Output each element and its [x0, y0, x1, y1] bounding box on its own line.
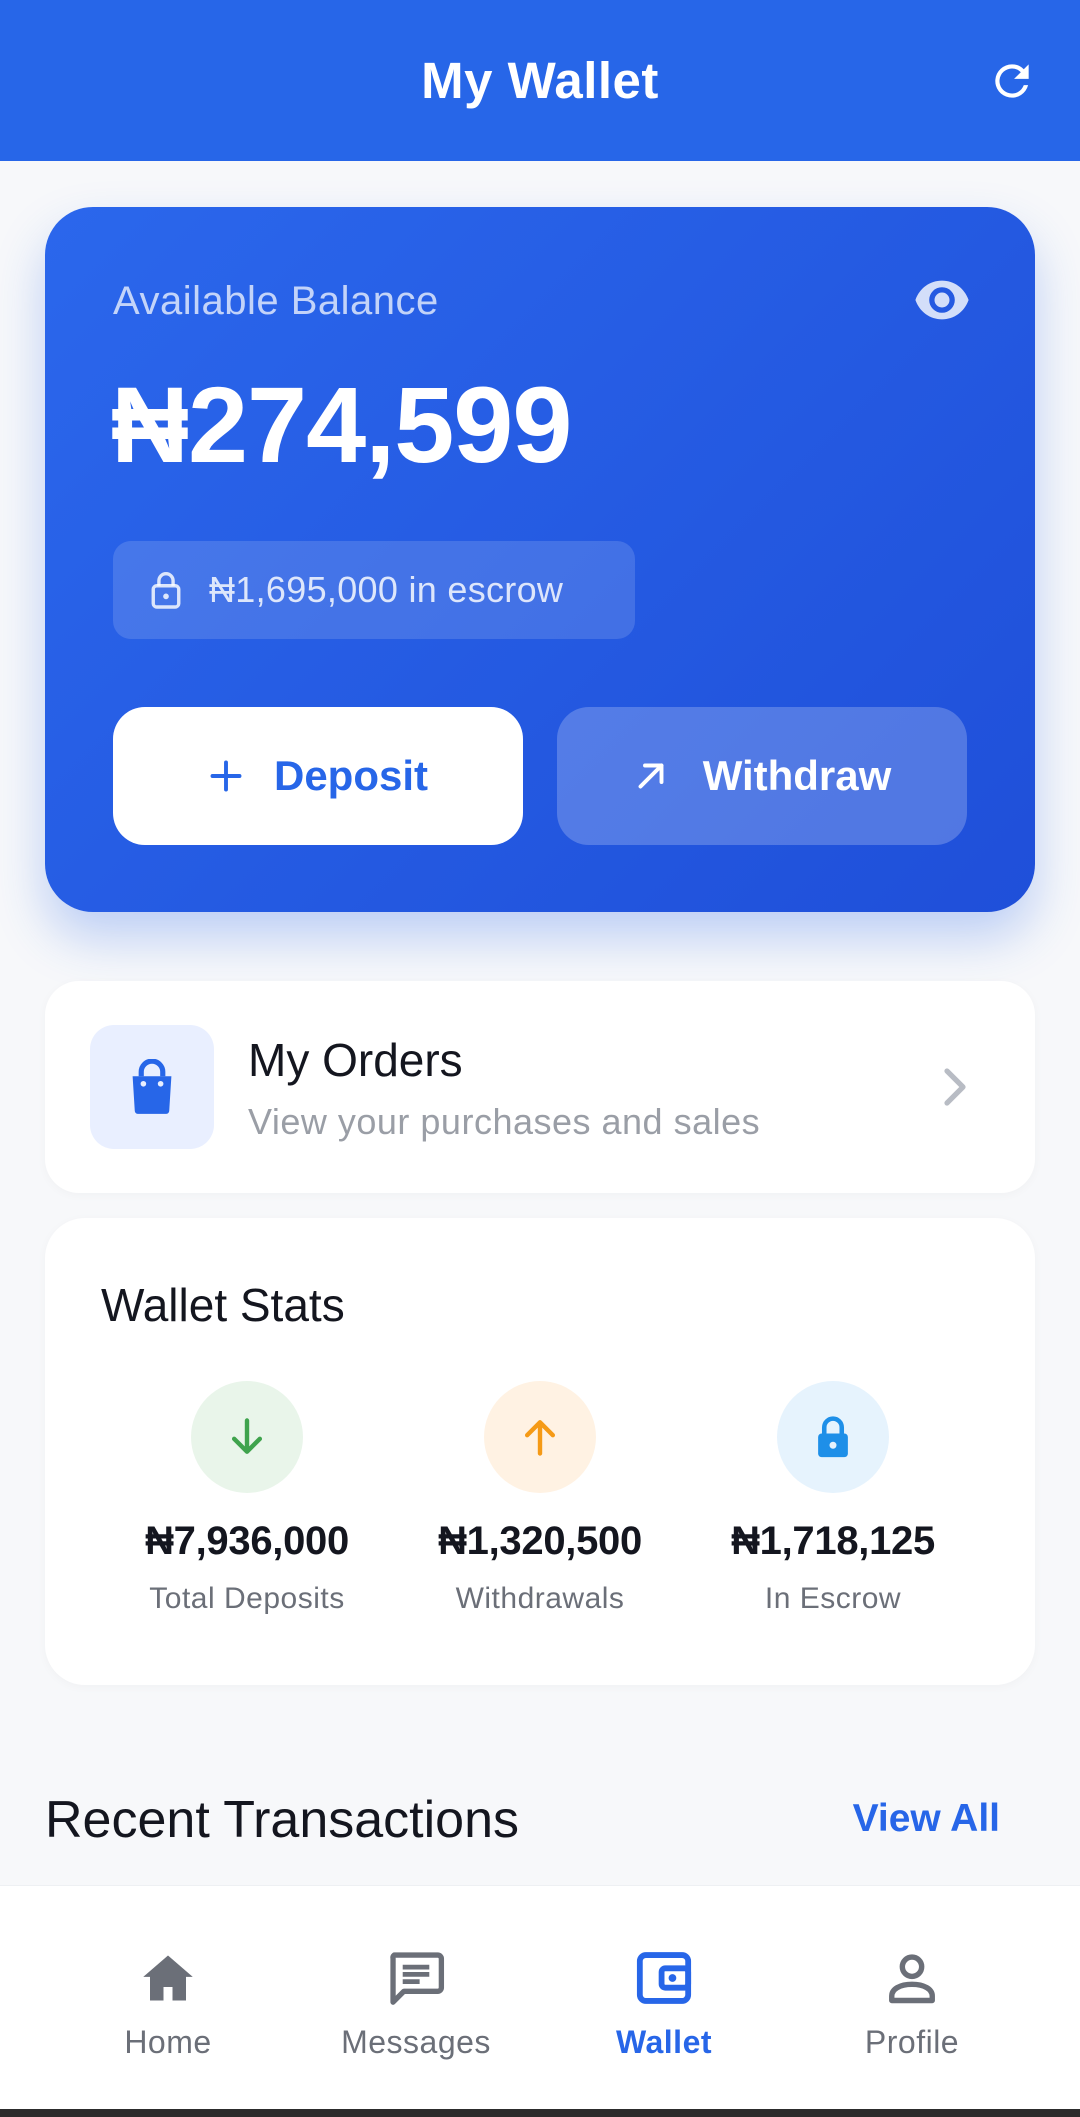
refresh-button[interactable]: [980, 49, 1044, 113]
eye-icon: [915, 280, 969, 320]
home-icon: [143, 1955, 193, 2001]
arrow-up-right-icon: [638, 763, 664, 789]
orders-title: My Orders: [248, 1034, 463, 1086]
wallet-screen: My Wallet Available Balance ₦274,599 ₦1,…: [0, 0, 1080, 2117]
nav-icon-wrap: [632, 1946, 696, 2010]
wallet-stats-card: Wallet Stats ₦7,936,000 Total Deposits ₦…: [45, 1218, 1035, 1685]
stats-title: Wallet Stats: [101, 1279, 345, 1331]
arrow-down-icon: [231, 1418, 263, 1454]
arrow-up-icon: [524, 1420, 556, 1456]
message-icon: [390, 1952, 445, 2005]
refresh-icon: [995, 63, 1029, 98]
balance-label: Available Balance: [113, 279, 439, 323]
stat-icon-bg: [777, 1381, 889, 1493]
nav-item-profile[interactable]: Profile: [802, 1946, 1022, 2061]
orders-icon-tile: [90, 1025, 214, 1149]
escrow-badge: ₦1,695,000 in escrow: [113, 541, 635, 639]
nav-item-wallet[interactable]: Wallet: [554, 1946, 774, 2061]
nav-icon-wrap: [880, 1946, 944, 2010]
chevron-right-icon: [944, 1068, 966, 1106]
plus-icon: [210, 760, 242, 792]
nav-item-home[interactable]: Home: [58, 1946, 278, 2061]
nav-icon-wrap: [384, 1946, 448, 2010]
toggle-balance-visibility-button[interactable]: [913, 277, 971, 323]
view-all-link[interactable]: View All: [853, 1797, 1000, 1841]
nav-icon-wrap: [136, 1946, 200, 2010]
page-title: My Wallet: [421, 52, 659, 109]
stat-icon-bg: [484, 1381, 596, 1493]
system-home-indicator-bar: [0, 2109, 1080, 2117]
stat-icon-bg: [191, 1381, 303, 1493]
deposit-label: Deposit: [273, 752, 428, 799]
withdraw-label: Withdraw: [702, 752, 892, 799]
nav-label: Home: [124, 2024, 212, 2060]
app-bar: My Wallet: [0, 0, 1080, 161]
orders-subtitle: View your purchases and sales: [248, 1101, 761, 1142]
lock-icon: [151, 572, 181, 609]
stat-label: Withdrawals: [455, 1582, 625, 1615]
nav-label: Messages: [341, 2024, 491, 2060]
stat-value: ₦1,320,500: [438, 1519, 642, 1563]
balance-amount: ₦274,599: [111, 364, 572, 485]
bottom-navigation: Home Messages Wallet Profile: [0, 1885, 1080, 2117]
stat-value: ₦1,718,125: [731, 1519, 935, 1563]
stat-value: ₦7,936,000: [145, 1519, 349, 1563]
profile-icon: [889, 1954, 935, 2004]
stat-withdrawals: ₦1,320,500 Withdrawals: [390, 1381, 690, 1616]
nav-label: Wallet: [615, 2024, 713, 2060]
deposit-button[interactable]: Deposit: [113, 707, 523, 845]
shopping-bag-icon: [132, 1059, 172, 1114]
nav-label: Profile: [864, 2024, 960, 2060]
wallet-icon: [636, 1952, 692, 2004]
balance-card: Available Balance ₦274,599 ₦1,695,000 in…: [45, 207, 1035, 912]
lock-icon: [818, 1416, 848, 1458]
stat-total-deposits: ₦7,936,000 Total Deposits: [97, 1381, 397, 1616]
my-orders-card[interactable]: My Orders View your purchases and sales: [45, 981, 1035, 1193]
stat-in-escrow: ₦1,718,125 In Escrow: [683, 1381, 983, 1616]
stat-label: In Escrow: [764, 1582, 902, 1615]
nav-item-messages[interactable]: Messages: [306, 1946, 526, 2061]
escrow-amount-text: ₦1,695,000 in escrow: [209, 569, 564, 610]
recent-transactions-title: Recent Transactions: [45, 1791, 520, 1849]
withdraw-button[interactable]: Withdraw: [557, 707, 967, 845]
stat-label: Total Deposits: [149, 1582, 345, 1615]
